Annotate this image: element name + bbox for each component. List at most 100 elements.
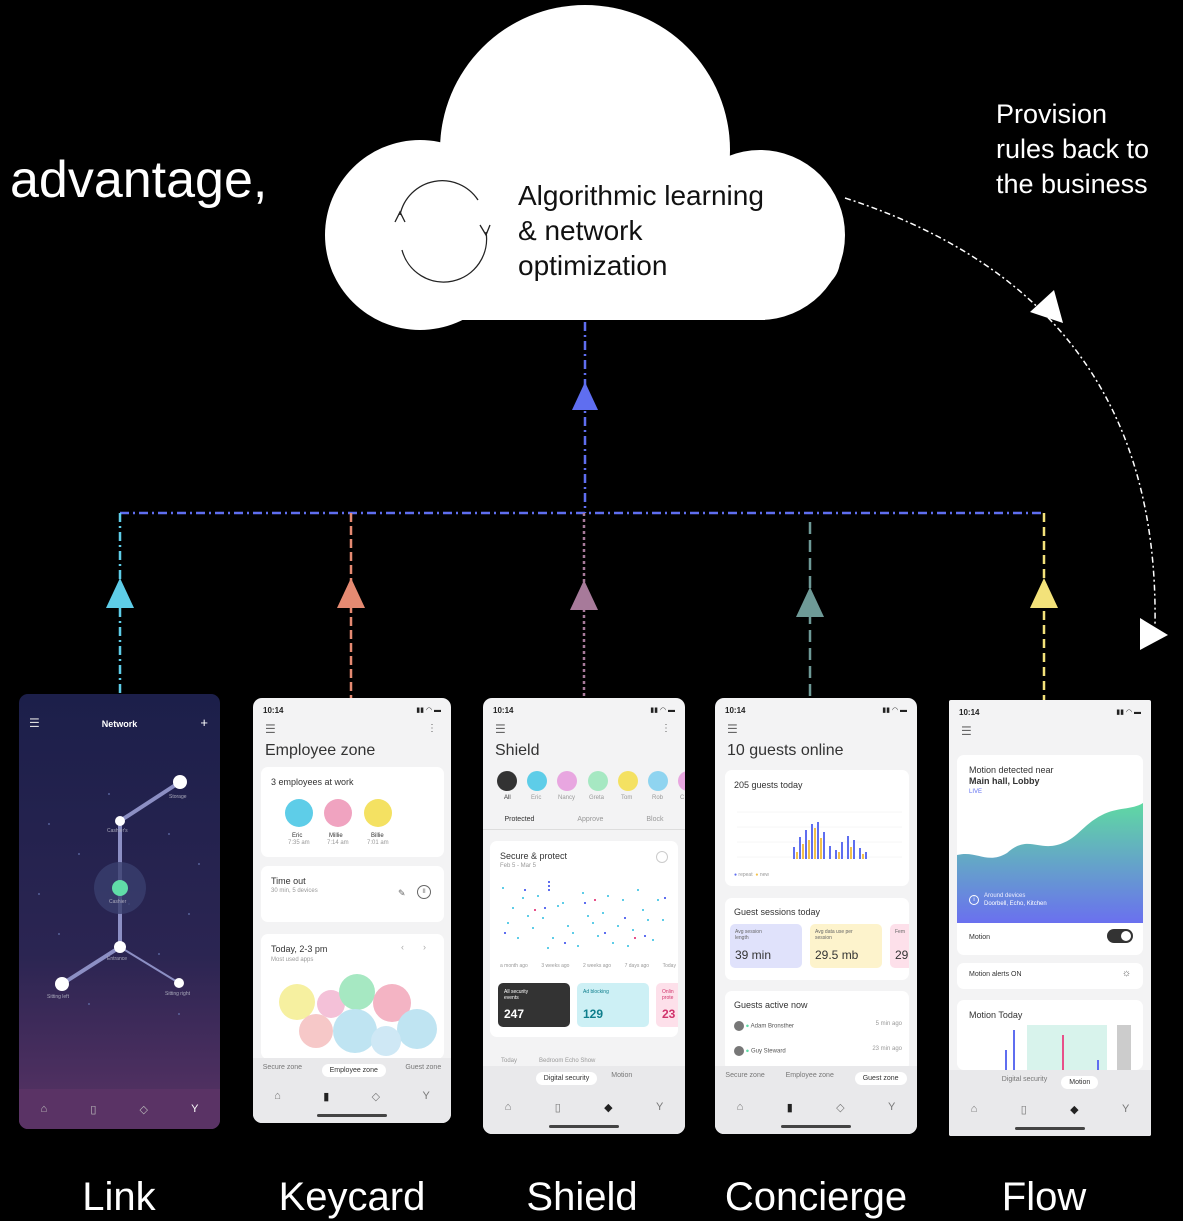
flow-arrow [1030,578,1058,608]
tab-motion[interactable]: Motion [611,1072,632,1085]
tab-guest-zone[interactable]: Guest zone [405,1064,441,1077]
session-tile[interactable]: Avg session length 39 min [730,924,802,968]
guests-today-title: 205 guests today [734,780,803,790]
tab-approve[interactable]: Approve [577,816,603,823]
alerts-card[interactable]: Motion alerts ON ☼ [957,963,1143,989]
cloud-caption: Algorithmic learning & network optimizat… [518,178,808,283]
chevron-right-icon[interactable]: › [423,942,426,952]
home-icon[interactable]: ⌂ [971,1103,978,1116]
device-icon[interactable]: ▯ [555,1101,561,1114]
zone-tabs: Secure zone Employee zone Guest zone [715,1072,917,1085]
tab-employee-zone[interactable]: Employee zone [786,1072,834,1085]
hamburger-icon[interactable]: ☰ [961,724,972,738]
tab-protected[interactable]: Protected [504,816,534,823]
stat-label: Onlin prote [662,989,674,1001]
network-icon[interactable]: Y [656,1101,663,1114]
motion-timeline [1005,1025,1131,1070]
more-icon[interactable]: ⋮ [427,723,437,734]
tab-motion[interactable]: Motion [1061,1076,1099,1089]
home-icon[interactable]: ⌂ [274,1090,281,1103]
status-time: 10:14 [959,708,980,717]
status-time: 10:14 [263,706,284,715]
stat-tile-security[interactable]: All security events 247 [498,983,570,1027]
hamburger-icon[interactable]: ☰ [727,722,738,736]
app-bubble [333,1009,377,1053]
session-tile[interactable]: Fem 29 [890,924,909,968]
stat-tile-online[interactable]: Onlin prote 23 [656,983,678,1027]
tab-digital-security[interactable]: Digital security [535,1072,598,1085]
home-indicator [317,1114,387,1117]
avatar [285,799,313,827]
shield-icon[interactable]: ◇ [372,1090,380,1103]
shield-icon[interactable]: ◇ [836,1101,844,1114]
avatar[interactable] [588,771,608,791]
network-icon[interactable]: Y [1122,1103,1129,1116]
guest-ago: 23 min ago [872,1046,902,1052]
stat-value: 23 [662,1007,676,1021]
home-icon[interactable]: ⌂ [41,1103,48,1115]
device-icon[interactable]: ▮ [787,1101,793,1114]
flow-seg: Digital security Motion [949,1076,1151,1089]
flow-phone: 10:14 ▮▮ ◠ ▬ ☰ Motion detected near Main… [949,700,1151,1136]
sessions-card: Guest sessions today Avg session length … [725,898,909,980]
device-icon[interactable]: ▯ [90,1103,96,1116]
session-tile[interactable]: Avg data use per session 29.5 mb [810,924,882,968]
avatar[interactable] [618,771,638,791]
network-icon[interactable]: Y [422,1090,429,1103]
active-row[interactable]: ● Guy Steward 23 min ago [734,1046,902,1056]
hamburger-icon[interactable]: ☰ [265,722,276,736]
employee-time: 7:01 am [367,840,389,846]
status-icons: ▮▮ ◠ ▬ [882,707,907,714]
node-storage-label: Storage [169,794,187,800]
device-icon[interactable]: ▮ [323,1090,329,1103]
status-icons: ▮▮ ◠ ▬ [650,707,675,714]
tab-guest-zone[interactable]: Guest zone [854,1072,907,1085]
active-row[interactable]: ● Adam Bronsther 5 min ago [734,1021,902,1031]
concierge-phone: 10:14 ▮▮ ◠ ▬ ☰ 10 guests online 205 gues… [715,698,917,1134]
home-icon[interactable]: ⌂ [737,1101,744,1114]
tab-employee-zone[interactable]: Employee zone [321,1064,386,1077]
avatar[interactable] [678,771,685,791]
timeout-card[interactable]: Time out 30 min, 5 devices ✎ II [261,866,444,922]
motion-toggle[interactable] [1107,929,1133,943]
guest-ago: 5 min ago [875,1021,902,1027]
motion-card: Motion detected near Main hall, Lobby LI… [957,755,1143,955]
pause-icon[interactable]: II [417,885,431,899]
shield-icon[interactable]: ◆ [604,1101,612,1114]
tab-block[interactable]: Block [646,816,663,823]
link-nav-bar: ⌂ ▯ ◇ Y [19,1089,220,1129]
motion-today-card: Motion Today [957,1000,1143,1070]
network-icon[interactable]: Y [191,1103,198,1115]
tab-digital-security[interactable]: Digital security [1002,1076,1048,1089]
edit-icon[interactable]: ✎ [398,888,406,899]
provision-arrow-end [1140,618,1168,650]
hamburger-icon[interactable]: ☰ [495,722,506,736]
bottom-nav: ⌂ ▮ ◇ Y [715,1101,917,1114]
avatar[interactable] [648,771,668,791]
avatar[interactable] [557,771,577,791]
stat-tile-ads[interactable]: Ad blocking 129 [577,983,649,1027]
app-bubble [371,1026,401,1056]
shield-icon[interactable]: ◇ [139,1103,147,1116]
node-cashiers-label: Cashier's [107,828,128,834]
stat-label: All security events [504,989,529,1001]
tab-secure-zone[interactable]: Secure zone [725,1072,764,1085]
zone-tabs: Secure zone Employee zone Guest zone [253,1064,451,1077]
device-icon[interactable]: ▯ [1021,1103,1027,1116]
play-icon[interactable] [656,851,668,863]
chevron-left-icon[interactable]: ‹ [401,942,404,952]
people-row: All Eric Nancy Greta Tom Rob C [497,771,685,801]
shield-icon[interactable]: ◆ [1070,1103,1078,1116]
avatar-all[interactable] [497,771,517,791]
axis-label: 3 weeks ago [541,963,570,969]
more-icon[interactable]: ⋮ [661,723,671,734]
node-sitting-right-label: Sitting right [165,991,191,997]
session-label: Fem [895,929,905,935]
avatar[interactable] [527,771,547,791]
tab-secure-zone[interactable]: Secure zone [263,1064,302,1077]
secure-title: Secure & protect [500,851,568,861]
at-work-text: 3 employees at work [271,777,354,787]
home-icon[interactable]: ⌂ [505,1101,512,1114]
cloud-line-2: & network [518,215,643,246]
network-icon[interactable]: Y [888,1101,895,1114]
